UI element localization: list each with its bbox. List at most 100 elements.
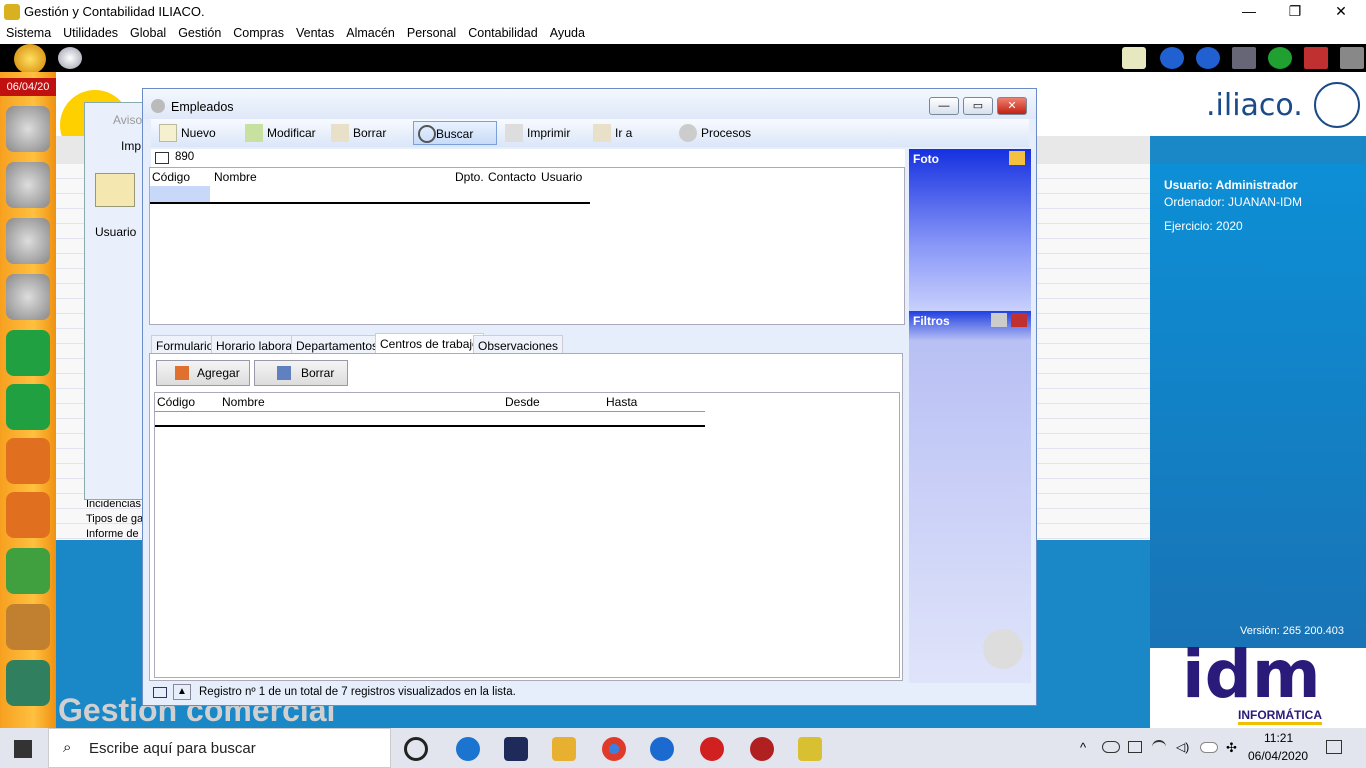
menu-almacen[interactable]: Almacén — [340, 24, 401, 42]
photoshop-icon[interactable] — [504, 737, 528, 761]
user-p-icon[interactable] — [6, 218, 50, 264]
bg-row: Informe de — [86, 528, 139, 540]
fc-icon[interactable] — [6, 492, 50, 538]
menu-ventas[interactable]: Ventas — [290, 24, 340, 42]
document-icon[interactable] — [6, 660, 50, 706]
iliaco-task-icon[interactable] — [798, 737, 822, 761]
col-dpto[interactable]: Dpto. — [455, 170, 484, 184]
col-nombre[interactable]: Nombre — [222, 395, 265, 409]
collapse-button[interactable]: ▲ — [173, 684, 191, 700]
table-row[interactable] — [150, 186, 590, 204]
col-desde[interactable]: Desde — [505, 395, 540, 409]
window-title: Gestión y Contabilidad ILIACO. — [24, 4, 205, 19]
tab-centros-de-trabajo[interactable]: Centros de trabajo — [375, 333, 484, 353]
search-input[interactable]: 890 — [175, 151, 194, 163]
maximize-button[interactable]: ❐ — [1272, 0, 1318, 24]
ir-a-button[interactable]: Ir a — [593, 121, 632, 145]
menu-utilidades[interactable]: Utilidades — [57, 24, 124, 42]
windows-start-icon[interactable] — [14, 740, 32, 758]
battery-icon[interactable] — [1128, 741, 1142, 753]
minimize-button[interactable]: — — [1226, 0, 1272, 24]
tab-horario-laboral[interactable]: Horario laboral — [211, 335, 300, 355]
onedrive-icon[interactable] — [1200, 742, 1218, 753]
bg-row: Tipos de ga — [86, 513, 144, 525]
tray-up-icon[interactable]: ^ — [1080, 740, 1086, 755]
forward-arrow-icon[interactable] — [1196, 47, 1220, 69]
edit-icon — [245, 124, 263, 142]
col-nombre[interactable]: Nombre — [214, 170, 257, 184]
letter-a-icon[interactable] — [6, 330, 50, 376]
cloud-icon[interactable] — [1102, 741, 1120, 753]
col-contacto[interactable]: Contacto — [488, 170, 536, 184]
left-rail — [0, 72, 56, 728]
app-flame-icon[interactable] — [750, 737, 774, 761]
nuevo-button[interactable]: Nuevo — [159, 121, 216, 145]
table-row[interactable] — [155, 411, 705, 427]
menu-global[interactable]: Global — [124, 24, 172, 42]
letter-f-orange-icon[interactable] — [6, 438, 50, 484]
users-icon[interactable] — [6, 106, 50, 152]
detail-tabs: Formulario Horario laboral Departamentos… — [149, 333, 903, 355]
col-codigo[interactable]: Código — [152, 170, 190, 184]
idm-tagline: INFORMÁTICA — [1238, 708, 1322, 725]
back-arrow-icon[interactable] — [1160, 47, 1184, 69]
aviso-print-button[interactable]: Imp — [121, 139, 141, 153]
windows-icon[interactable] — [1232, 47, 1256, 69]
imprimir-button[interactable]: Imprimir — [505, 121, 570, 145]
buscar-button[interactable]: Buscar — [413, 121, 497, 145]
filtros-panel: Filtros — [909, 311, 1031, 683]
task-view-icon[interactable] — [404, 737, 428, 761]
empleados-maximize-button[interactable]: ▭ — [963, 97, 993, 115]
empleados-grid: Código Nombre Dpto. Contacto Usuario — [149, 167, 905, 325]
help-icon[interactable] — [1268, 47, 1292, 69]
borrar-button[interactable]: Borrar — [331, 121, 386, 145]
chrome-icon[interactable] — [602, 737, 626, 761]
menu-ayuda[interactable]: Ayuda — [544, 24, 591, 42]
close-window-icon[interactable] — [1304, 47, 1328, 69]
close-button[interactable]: ✕ — [1318, 0, 1364, 24]
modificar-button[interactable]: Modificar — [245, 121, 316, 145]
teamviewer-icon[interactable] — [650, 737, 674, 761]
keyboard-icon[interactable] — [153, 687, 167, 698]
tab-observaciones[interactable]: Observaciones — [473, 335, 564, 355]
user-a-icon[interactable] — [6, 274, 50, 320]
edge-icon[interactable] — [456, 737, 480, 761]
dx-icon[interactable] — [700, 737, 724, 761]
close-filters-icon[interactable] — [1011, 313, 1027, 327]
idm-logo: idm — [1182, 636, 1321, 713]
procesos-button[interactable]: Procesos — [679, 121, 751, 145]
notification-icon[interactable] — [1326, 740, 1342, 754]
gear-icon — [679, 124, 697, 142]
green-bag-icon[interactable] — [6, 548, 50, 594]
printer-icon — [505, 124, 523, 142]
volume-icon[interactable]: ◁) — [1176, 740, 1189, 754]
menu-compras[interactable]: Compras — [227, 24, 290, 42]
empleados-minimize-button[interactable]: — — [929, 97, 959, 115]
exit-icon[interactable] — [1340, 47, 1364, 69]
menu-contabilidad[interactable]: Contabilidad — [462, 24, 544, 42]
letter-f-icon[interactable] — [6, 384, 50, 430]
agregar-button[interactable]: Agregar — [156, 360, 250, 386]
taskbar-search[interactable]: ⌕ Escribe aquí para buscar — [48, 728, 391, 768]
user-search-icon[interactable] — [58, 47, 82, 69]
tab-formulario[interactable]: Formulario — [151, 335, 219, 355]
brown-bag-icon[interactable] — [6, 604, 50, 650]
menu-sistema[interactable]: Sistema — [0, 24, 57, 42]
menu-gestion[interactable]: Gestión — [172, 24, 227, 42]
col-codigo[interactable]: Código — [157, 395, 195, 409]
centros-grid: Código Nombre Desde Hasta — [154, 392, 900, 678]
tab-departamentos[interactable]: Departamentos — [291, 335, 384, 355]
explorer-icon[interactable] — [552, 737, 576, 761]
messages-icon[interactable] — [1122, 47, 1146, 69]
borrar-centro-button[interactable]: Borrar — [254, 360, 348, 386]
wifi-icon[interactable] — [1152, 740, 1166, 754]
menu-personal[interactable]: Personal — [401, 24, 462, 42]
home-orb-icon[interactable] — [14, 44, 46, 74]
empleados-close-button[interactable]: ✕ — [997, 97, 1027, 115]
dropbox-icon[interactable]: ✣ — [1226, 740, 1237, 756]
col-hasta[interactable]: Hasta — [606, 395, 637, 409]
clear-filters-icon[interactable] — [991, 313, 1007, 327]
col-usuario[interactable]: Usuario — [541, 170, 582, 184]
add-photo-icon[interactable] — [1009, 151, 1025, 165]
user-icon[interactable] — [6, 162, 50, 208]
